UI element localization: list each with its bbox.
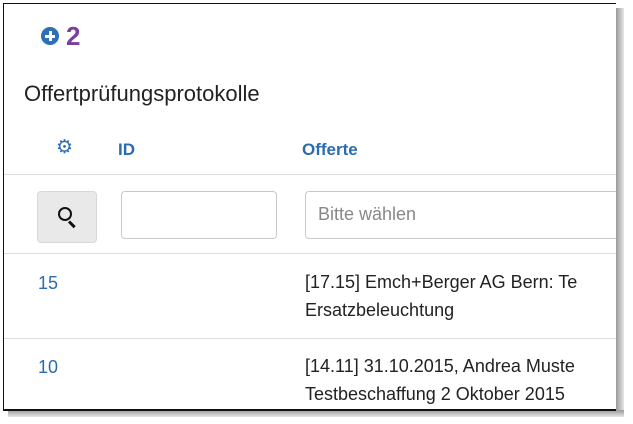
row-id-link[interactable]: 10 [38, 357, 58, 378]
row-offer-line1: [17.15] Emch+Berger AG Bern: Te [305, 272, 578, 292]
step-number: 2 [66, 21, 81, 51]
screenshot-frame: 2 Offertprüfungsprotokolle ⚙ ID Offerte … [3, 3, 616, 411]
id-filter-input[interactable] [121, 191, 277, 239]
search-icon [58, 207, 72, 221]
step-badge: 2 [41, 23, 80, 49]
frame-shadow-bottom [8, 410, 624, 417]
frame-shadow-right [616, 8, 624, 414]
row-offer-line2: Ersatzbeleuchtung [305, 300, 455, 320]
row-offer-line2: Testbeschaffung 2 Oktober 2015 [305, 384, 565, 404]
column-header-id[interactable]: ID [118, 140, 135, 160]
column-header-offerte[interactable]: Offerte [302, 140, 358, 160]
gear-icon[interactable]: ⚙ [56, 138, 73, 158]
row-id-link[interactable]: 15 [38, 273, 58, 294]
offerte-filter-select[interactable]: Bitte wählen [305, 191, 616, 239]
search-button[interactable] [37, 191, 97, 243]
header-divider [4, 174, 616, 175]
row-divider [4, 338, 616, 339]
page-title: Offertprüfungsprotokolle [24, 81, 260, 106]
plus-circle-icon[interactable] [41, 27, 59, 45]
row-offer-line1: [14.11] 31.10.2015, Andrea Muste [305, 356, 575, 376]
filter-divider [4, 253, 616, 254]
